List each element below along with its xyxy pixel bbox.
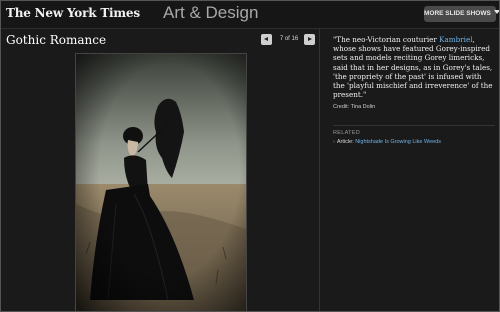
next-slide-button[interactable] [304,34,315,45]
arrow-right-icon [308,37,312,41]
caption-text-start: "The neo-Victorian couturier [333,35,440,44]
more-slide-shows-button[interactable]: MORE SLIDE SHOWS [424,6,499,22]
slideshow-window: The New York Times Art & Design MORE SLI… [0,0,500,312]
slide-photo [75,53,247,311]
previous-slide-button[interactable] [261,34,272,45]
nyt-logo[interactable]: The New York Times [6,6,140,20]
slide-caption: "The neo-Victorian couturier Kambriel, w… [333,35,495,99]
slideshow-title: Gothic Romance [6,33,107,47]
slide-counter: 7 of 16 [279,36,299,42]
header-bar: The New York Times Art & Design MORE SLI… [1,1,499,29]
caption-text-end: , whose shows have featured Gorey-inspir… [333,35,493,100]
gothic-woman-photo [76,54,246,311]
panel-divider [319,29,320,311]
bullet-icon: › [333,139,335,145]
related-article-item: › Article: Nightshade Is Growing Like Wee… [333,139,441,145]
related-divider [333,125,495,126]
related-article-link[interactable]: Nightshade Is Growing Like Weeds [355,139,441,145]
section-title: Art & Design [163,3,259,22]
chevron-down-icon [493,10,499,14]
kambriel-link[interactable]: Kambriel [439,35,472,44]
related-heading: RELATED [333,130,361,136]
photo-credit: Credit: Tina Dolin [333,104,376,110]
arrow-left-icon [264,37,268,41]
related-article-prefix: Article: [336,139,354,145]
more-slide-shows-label: MORE SLIDE SHOWS [424,10,491,17]
